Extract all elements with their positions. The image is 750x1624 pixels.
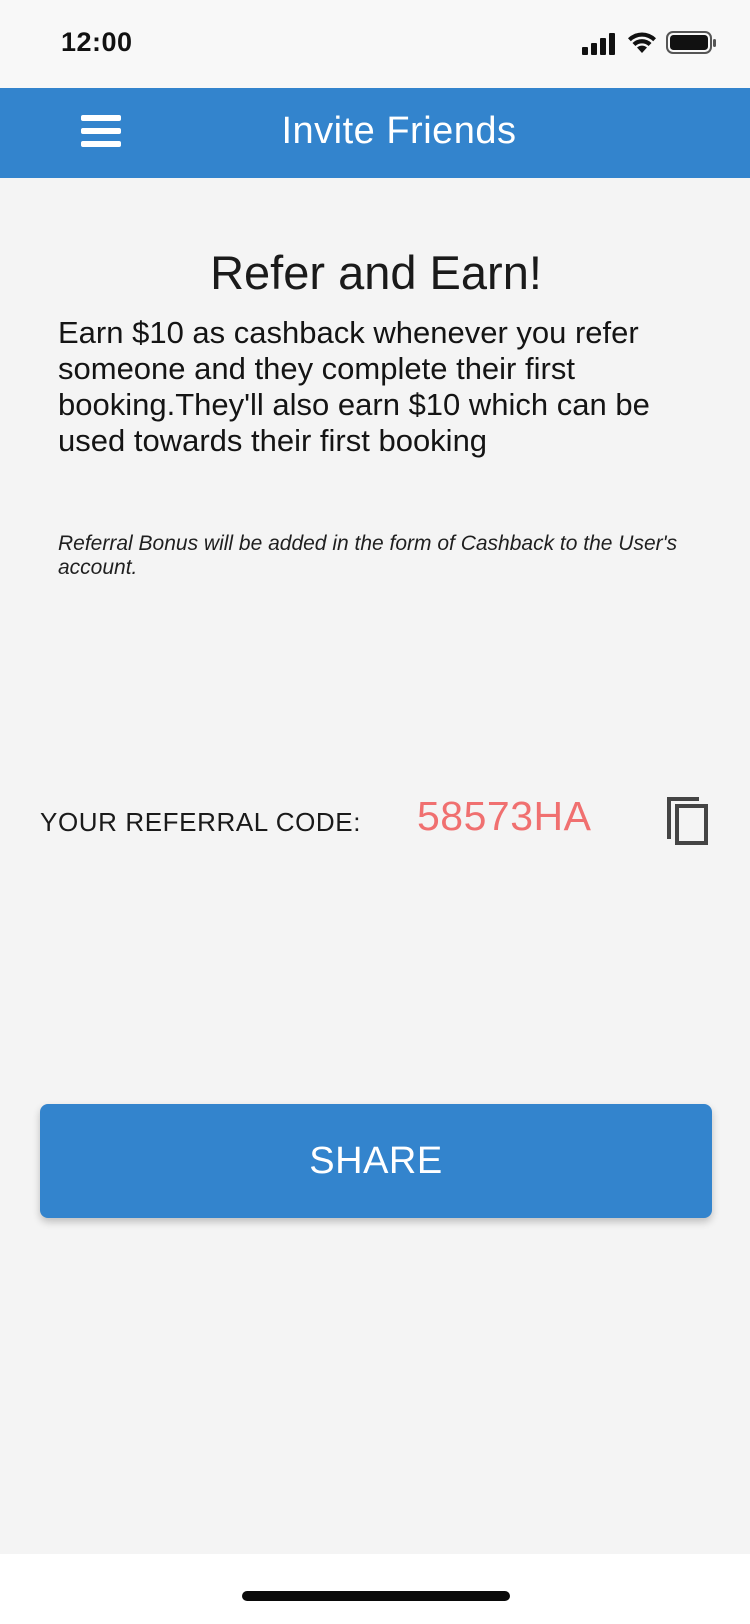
- battery-icon: [666, 31, 716, 54]
- referral-content: Refer and Earn! Earn $10 as cashback whe…: [0, 178, 750, 1554]
- status-bar: 12:00: [0, 0, 750, 88]
- page-title: Invite Friends: [281, 110, 517, 152]
- share-button[interactable]: SHARE: [40, 1104, 712, 1218]
- copy-icon[interactable]: [666, 796, 710, 846]
- referral-code-row: YOUR REFERRAL CODE: 58573HA: [40, 790, 720, 850]
- wifi-icon: [628, 32, 656, 53]
- description-text: Earn $10 as cashback whenever you refer …: [58, 315, 650, 458]
- headline: Refer and Earn!: [210, 246, 542, 299]
- referral-code-value[interactable]: 58573HA: [417, 793, 591, 840]
- status-time: 12:00: [61, 27, 133, 57]
- signal-icon: [582, 33, 615, 55]
- referral-note: Referral Bonus will be added in the form…: [58, 532, 678, 579]
- home-indicator[interactable]: [242, 1591, 510, 1601]
- app-bar: Invite Friends: [0, 88, 750, 178]
- home-indicator-area: [0, 1554, 750, 1624]
- status-icons: [582, 30, 722, 58]
- referral-code-label: YOUR REFERRAL CODE:: [40, 807, 362, 837]
